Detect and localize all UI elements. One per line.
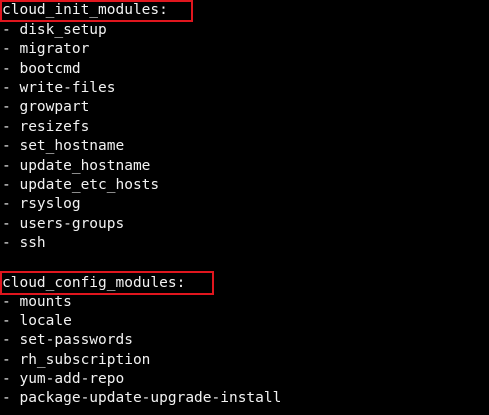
module-item: - write-files xyxy=(2,80,116,96)
module-item: - rh_subscription xyxy=(2,352,151,368)
section-header-config-modules: cloud_config_modules: xyxy=(2,275,186,291)
module-item: - bootcmd xyxy=(2,61,81,77)
section-header-init-modules: cloud_init_modules: xyxy=(2,2,168,18)
module-item: - yum-add-repo xyxy=(2,371,125,387)
module-item: - migrator xyxy=(2,41,90,57)
module-item: - disk_setup xyxy=(2,22,107,38)
module-item: - update_etc_hosts xyxy=(2,177,160,193)
module-item: - locale xyxy=(2,313,72,329)
module-item: - update_hostname xyxy=(2,158,151,174)
module-item: - set_hostname xyxy=(2,138,125,154)
terminal-window: cloud_init_modules: - disk_setup - migra… xyxy=(0,0,489,415)
module-item: - resizefs xyxy=(2,119,90,135)
module-item: - rsyslog xyxy=(2,196,81,212)
module-item: - ssh xyxy=(2,235,46,251)
module-item: - set-passwords xyxy=(2,332,133,348)
module-item: - growpart xyxy=(2,99,90,115)
module-item: - package-update-upgrade-install xyxy=(2,390,282,406)
module-item: - mounts xyxy=(2,294,72,310)
module-item: - users-groups xyxy=(2,216,125,232)
